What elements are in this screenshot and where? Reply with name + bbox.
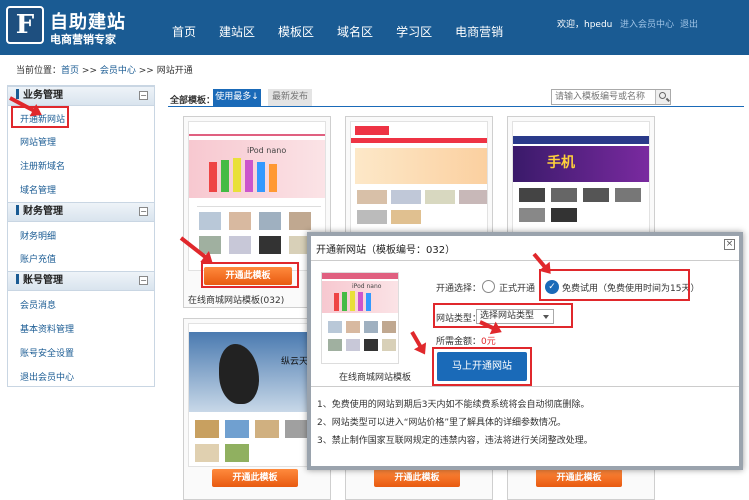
template-screenshot [350, 121, 488, 233]
note-line: 1、免费使用的网站到期后3天内如不能续费系统将会自动彻底删除。 [317, 400, 590, 410]
sidebar: 业务管理 − 开通新网站 网站管理 注册新域名 域名管理 财务管理 − 财务明细… [7, 85, 155, 387]
open-type-label: 开通选择： [436, 284, 482, 294]
open-template-button[interactable]: 开通此模板 [536, 469, 622, 487]
amount-label-text: 所需金额： [436, 337, 482, 347]
tab-latest[interactable]: 最新发布 [268, 89, 312, 106]
nav-ecommerce-marketing[interactable]: 电商营销 [455, 23, 503, 41]
amount-label: 所需金额：0元 [436, 334, 496, 347]
option-formal-label: 正式开通 [499, 284, 536, 294]
nav-site-builder[interactable]: 建站区 [219, 23, 255, 41]
template-thumbnail: iPod nano [321, 272, 399, 364]
sidebar-item-logout[interactable]: 退出会员中心 [20, 370, 74, 383]
group-bar-icon [16, 89, 19, 99]
top-header: F 自助建站 电商营销专家 首页 建站区 模板区 域名区 学习区 电商营销 欢迎… [0, 0, 749, 55]
sidebar-group-title: 业务管理 [23, 90, 63, 101]
open-template-button[interactable]: 开通此模板 [212, 469, 298, 487]
filter-label: 全部模板： [170, 96, 216, 106]
sidebar-group-title: 账号管理 [23, 275, 63, 286]
group-bar-icon [16, 274, 19, 284]
group-bar-icon [16, 205, 19, 215]
amount-value: 0元 [481, 337, 496, 347]
nav-domains[interactable]: 域名区 [337, 23, 373, 41]
breadcrumb: 当前位置：首页 >> 会员中心 >> 网站开通 [16, 63, 193, 76]
nav-home[interactable]: 首页 [172, 23, 196, 41]
logout-link[interactable]: 退出 [680, 17, 698, 30]
search-icon [659, 92, 666, 99]
tab-underline [168, 106, 744, 107]
sidebar-item-profile[interactable]: 基本资料管理 [20, 322, 74, 335]
template-caption: 在线商城网站模板(032) [188, 296, 285, 306]
phone-banner-text: 手机 [547, 155, 575, 171]
dialog-title: 开通新网站（模板编号：032） [316, 245, 456, 256]
tab-most-used[interactable]: 使用最多↓ [213, 89, 261, 106]
collapse-icon[interactable]: − [139, 207, 148, 216]
sidebar-item-domain-manage[interactable]: 域名管理 [20, 183, 56, 196]
sidebar-item-security[interactable]: 账号安全设置 [20, 346, 74, 359]
highlight-box [201, 262, 299, 288]
logo-subtitle: 电商营销专家 [50, 33, 116, 46]
logo-icon: F [6, 6, 44, 44]
template-screenshot: 手机 [512, 121, 650, 233]
thumbnail-caption: 在线商城网站模板 [339, 373, 412, 383]
sidebar-item-finance-detail[interactable]: 财务明细 [20, 229, 56, 242]
breadcrumb-separator: >> [81, 66, 97, 76]
breadcrumb-home[interactable]: 首页 [61, 66, 79, 76]
highlight-box [432, 347, 532, 386]
radio-formal[interactable] [482, 280, 495, 293]
ipod-title: iPod nano [352, 283, 382, 290]
close-icon[interactable]: × [724, 239, 735, 250]
note-line: 2、网站类型可以进入“网站价格”里了解具体的详细参数情况。 [317, 418, 567, 428]
template-card[interactable]: 手机 [507, 116, 655, 236]
sidebar-group-finance[interactable]: 财务管理 − [8, 202, 154, 222]
divider [311, 260, 739, 261]
sidebar-item-site-manage[interactable]: 网站管理 [20, 135, 56, 148]
nav-templates[interactable]: 模板区 [278, 23, 314, 41]
ipod-title: iPod nano [247, 146, 287, 155]
search-button[interactable] [655, 90, 670, 104]
sidebar-item-register-domain[interactable]: 注册新域名 [20, 159, 65, 172]
template-search-input[interactable] [551, 89, 671, 105]
sidebar-item-recharge[interactable]: 账户充值 [20, 252, 56, 265]
open-site-dialog: 开通新网站（模板编号：032） × iPod nano 在线商城网站模板 开通选… [307, 232, 743, 470]
welcome-text: 欢迎，hpedu [557, 20, 613, 30]
sidebar-item-messages[interactable]: 会员消息 [20, 298, 56, 311]
nav-learning[interactable]: 学习区 [396, 23, 432, 41]
collapse-icon[interactable]: − [139, 276, 148, 285]
template-screenshot: 纵云天下 [188, 323, 326, 467]
breadcrumb-member[interactable]: 会员中心 [100, 66, 136, 76]
template-card[interactable] [345, 116, 493, 236]
open-template-button[interactable]: 开通此模板 [374, 469, 460, 487]
template-screenshot: iPod nano [188, 121, 326, 271]
breadcrumb-separator: >> [138, 66, 154, 76]
main-nav: 首页 建站区 模板区 域名区 学习区 电商营销 [172, 23, 526, 41]
sidebar-group-business[interactable]: 业务管理 − [8, 86, 154, 106]
collapse-icon[interactable]: − [139, 91, 148, 100]
sidebar-group-title: 财务管理 [23, 206, 63, 217]
sidebar-group-account[interactable]: 账号管理 − [8, 271, 154, 291]
breadcrumb-prefix: 当前位置： [16, 66, 62, 76]
note-line: 3、禁止制作国家互联网规定的违禁内容，违法将进行关闭整改处理。 [317, 436, 593, 446]
breadcrumb-current: 网站开通 [156, 66, 193, 76]
notes-section: 1、免费使用的网站到期后3天内如不能续费系统将会自动彻底删除。 2、网站类型可以… [311, 386, 739, 466]
member-center-link[interactable]: 进入会员中心 [620, 17, 674, 30]
highlight-box [539, 269, 690, 301]
